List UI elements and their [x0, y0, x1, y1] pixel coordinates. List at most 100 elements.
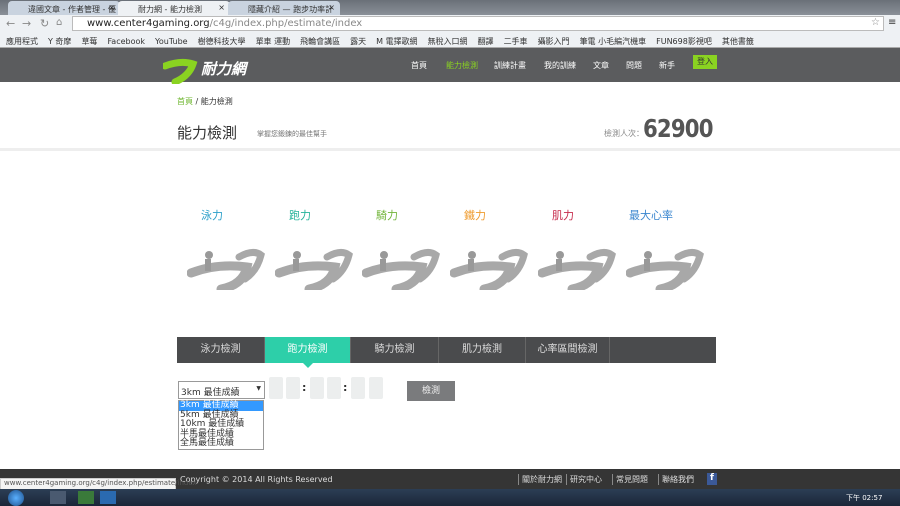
distance-dropdown: 3km 最佳成績 5km 最佳成績 10km 最佳成績 半馬最佳成績 全馬最佳成… — [178, 400, 264, 450]
chevron-down-icon: ▼ — [256, 385, 261, 392]
category-heart-rate[interactable]: 最大心率 — [611, 207, 691, 223]
back-icon[interactable]: ← — [6, 17, 15, 30]
breadcrumb-current: / 能力檢測 — [195, 97, 233, 106]
nav-home[interactable]: 首頁 — [411, 60, 427, 71]
browser-tab[interactable]: 違國文章 - 作者管理 - 優 × — [8, 1, 120, 15]
tab-bike[interactable]: 騎力檢測 — [351, 337, 439, 363]
active-tab-pointer — [303, 363, 313, 373]
clock: 下午 02:57 — [846, 494, 883, 502]
nav-articles[interactable]: 文章 — [593, 60, 609, 71]
windows-taskbar: 下午 02:57 — [0, 489, 900, 506]
strength-icon[interactable] — [537, 245, 618, 294]
category-strength[interactable]: 肌力 — [523, 207, 603, 223]
footer-faq[interactable]: 常見問題 — [612, 474, 648, 485]
category-run[interactable]: 跑力 — [260, 207, 340, 223]
footer-about[interactable]: 關於耐力網 — [518, 474, 562, 485]
browser-tab-active[interactable]: 耐力網 - 能力檢測 × — [118, 1, 230, 15]
bookmark[interactable]: FUN698影視吧 — [656, 37, 712, 46]
line-taskbar-icon[interactable] — [78, 491, 94, 504]
logo-mark-icon — [161, 58, 198, 86]
tab-title: 隱藏介紹 — 跑步功率計 — [248, 5, 334, 14]
count-label: 檢測人次： — [604, 129, 644, 138]
bookmark[interactable]: 翻譯 — [478, 37, 494, 46]
triathlon-icon[interactable] — [449, 245, 530, 294]
category-swim[interactable]: 泳力 — [172, 207, 252, 223]
hour-digit-1[interactable] — [269, 377, 283, 399]
nav-my-training[interactable]: 我的訓練 — [544, 60, 576, 71]
close-icon[interactable]: × — [218, 3, 225, 12]
bike-icon[interactable] — [361, 245, 442, 294]
heart-rate-icon[interactable] — [625, 245, 706, 294]
home-icon[interactable]: ⌂ — [56, 17, 62, 28]
bookmark[interactable]: 其他書籤 — [722, 37, 754, 46]
minute-digit-2[interactable] — [327, 377, 341, 399]
bookmark[interactable]: 飛輪會講區 — [300, 37, 340, 46]
option-marathon[interactable]: 全馬最佳成績 — [179, 439, 263, 449]
bookmark[interactable]: Facebook — [107, 37, 145, 46]
bookmark[interactable]: 單車 運動 — [256, 37, 291, 46]
chrome-taskbar-icon[interactable] — [50, 491, 66, 504]
bookmark[interactable]: Y 奇摩 — [48, 37, 71, 46]
test-count: 62900 — [643, 114, 714, 143]
site-logo[interactable]: 耐力網 — [161, 52, 273, 86]
bookmark[interactable]: 無稅入口網 — [428, 37, 468, 46]
tab-strength[interactable]: 肌力檢測 — [439, 337, 526, 363]
nav-estimate[interactable]: 能力檢測 — [446, 60, 478, 71]
close-icon[interactable]: × — [108, 3, 115, 12]
colon-separator: : — [302, 381, 307, 394]
url-host: www.center4gaming.org — [87, 18, 210, 29]
bookmark[interactable]: 筆電 小毛編汽機車 — [580, 37, 647, 46]
bookmark[interactable]: M 電擇歌網 — [376, 37, 417, 46]
tab-heart-rate[interactable]: 心率區間檢測 — [526, 337, 610, 363]
close-icon[interactable]: × — [328, 3, 335, 12]
tab-title: 違國文章 - 作者管理 - 優 — [28, 5, 116, 14]
facebook-icon[interactable]: f — [707, 473, 717, 485]
forward-icon[interactable]: → — [22, 17, 31, 30]
copyright: Copyright © 2014 All Rights Reserved — [180, 475, 333, 484]
bookmark[interactable]: 草莓 — [81, 37, 97, 46]
address-bar[interactable]: www.center4gaming.org/c4g/index.php/esti… — [72, 16, 884, 31]
nav-questions[interactable]: 問題 — [626, 60, 642, 71]
divider — [0, 148, 900, 151]
page-title: 能力檢測 — [177, 124, 238, 142]
reload-icon[interactable]: ↻ — [40, 17, 49, 30]
bookmarks-bar: 應用程式 Y 奇摩 草莓 Facebook YouTube 樹德科技大學 單車 運動 飛輪會講… — [0, 33, 900, 48]
app-taskbar-icon[interactable] — [100, 491, 116, 504]
minute-digit-1[interactable] — [310, 377, 324, 399]
browser-tab-strip: 違國文章 - 作者管理 - 優 × 耐力網 - 能力檢測 × 隱藏介紹 — 跑步功率… — [0, 0, 900, 15]
nav-training-plan[interactable]: 訓練計畫 — [494, 60, 526, 71]
logo-text: 耐力網 — [201, 60, 247, 78]
breadcrumb-home[interactable]: 首頁 — [177, 97, 193, 106]
login-button[interactable]: 登入 — [693, 55, 717, 69]
site-nav: 首頁 能力檢測 訓練計畫 我的訓練 文章 問題 新手 — [0, 48, 900, 82]
swim-icon[interactable] — [186, 245, 267, 294]
bookmark[interactable]: 二手車 — [504, 37, 528, 46]
bookmark[interactable]: 攝影入門 — [538, 37, 570, 46]
bookmark[interactable]: 露天 — [350, 37, 366, 46]
second-digit-1[interactable] — [351, 377, 365, 399]
colon-separator: : — [343, 381, 348, 394]
tab-run[interactable]: 跑力檢測 — [265, 337, 351, 363]
distance-select[interactable]: 3km 最佳成績 ▼ — [178, 381, 265, 399]
star-icon[interactable]: ☆ — [871, 17, 880, 28]
select-value: 3km 最佳成績 — [181, 388, 240, 398]
category-triathlon[interactable]: 鐵力 — [435, 207, 515, 223]
bookmark[interactable]: 樹德科技大學 — [198, 37, 246, 46]
second-digit-2[interactable] — [369, 377, 383, 399]
estimate-tabs: 泳力檢測 跑力檢測 騎力檢測 肌力檢測 心率區間檢測 — [177, 337, 716, 368]
check-button[interactable]: 檢測 — [407, 381, 455, 401]
url-path: /c4g/index.php/estimate/index — [209, 18, 363, 29]
tab-swim[interactable]: 泳力檢測 — [177, 337, 265, 363]
bookmark[interactable]: YouTube — [155, 37, 188, 46]
run-icon[interactable] — [274, 245, 355, 294]
bookmark[interactable]: 應用程式 — [6, 37, 38, 46]
menu-icon[interactable]: ≡ — [888, 17, 896, 28]
browser-tab[interactable]: 隱藏介紹 — 跑步功率計 × — [228, 1, 340, 15]
hour-digit-2[interactable] — [286, 377, 300, 399]
footer-research[interactable]: 研究中心 — [566, 474, 602, 485]
start-button-icon[interactable] — [8, 490, 24, 506]
footer-contact[interactable]: 聯絡我們 — [658, 474, 694, 485]
nav-newbie[interactable]: 新手 — [659, 60, 675, 71]
breadcrumb: 首頁 / 能力檢測 — [177, 96, 233, 107]
category-bike[interactable]: 騎力 — [347, 207, 427, 223]
